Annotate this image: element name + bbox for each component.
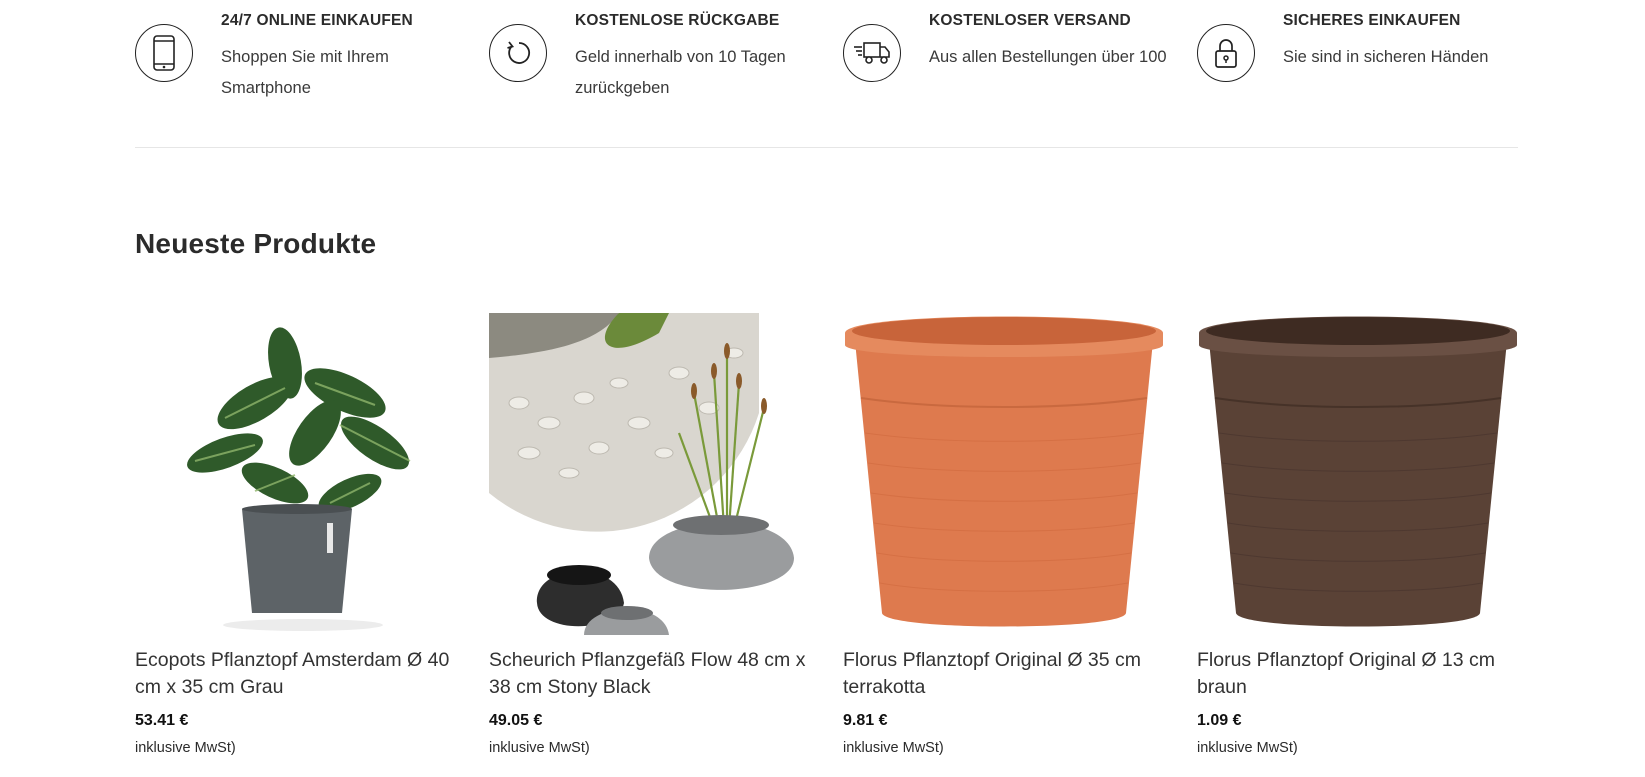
delivery-truck-icon <box>843 24 901 82</box>
product-tax-note: inklusive MwSt) <box>843 740 944 756</box>
product-tax-note: inklusive MwSt) <box>1197 740 1298 756</box>
feature-title: 24/7 ONLINE EINKAUFEN <box>221 12 413 29</box>
feature-free-return: KOSTENLOSE RÜCKGABE Geld innerhalb von 1… <box>489 8 829 108</box>
product-tax-note: inklusive MwSt) <box>489 740 590 756</box>
feature-online-shopping: 24/7 ONLINE EINKAUFEN Shoppen Sie mit Ih… <box>135 8 475 108</box>
padlock-icon <box>1197 24 1255 82</box>
product-name[interactable]: Scheurich Pflanzgefäß Flow 48 cm x 38 cm… <box>489 647 811 701</box>
smartphone-icon <box>135 24 193 82</box>
product-name[interactable]: Florus Pflanztopf Original Ø 35 cm terra… <box>843 647 1165 701</box>
feature-free-shipping: KOSTENLOSER VERSAND Aus allen Bestellung… <box>843 8 1183 108</box>
feature-secure-shopping: SICHERES EINKAUFEN Sie sind in sicheren … <box>1197 8 1537 108</box>
product-name[interactable]: Ecopots Pflanztopf Amsterdam Ø 40 cm x 3… <box>135 647 457 701</box>
product-image-calathea[interactable] <box>135 313 457 635</box>
product-image-brown-pot[interactable] <box>1197 313 1519 635</box>
section-divider <box>135 147 1518 148</box>
feature-text: Shoppen Sie mit Ihrem Smartphone <box>221 48 389 97</box>
product-name[interactable]: Florus Pflanztopf Original Ø 13 cm braun <box>1197 647 1519 701</box>
product-image-terracotta-pot[interactable] <box>843 313 1165 635</box>
feature-title: KOSTENLOSER VERSAND <box>929 12 1131 29</box>
feature-text: Geld innerhalb von 10 Tagen zurückgeben <box>575 48 786 97</box>
product-price: 1.09 € <box>1197 712 1242 729</box>
return-arrow-icon <box>489 24 547 82</box>
feature-text: Aus allen Bestellungen über 100 <box>929 48 1167 66</box>
product-price: 9.81 € <box>843 712 888 729</box>
feature-title: KOSTENLOSE RÜCKGABE <box>575 12 780 29</box>
product-image-flow-planter[interactable] <box>489 313 811 635</box>
feature-title: SICHERES EINKAUFEN <box>1283 12 1461 29</box>
section-title: Neueste Produkte <box>135 228 377 259</box>
product-price: 49.05 € <box>489 712 543 729</box>
feature-text: Sie sind in sicheren Händen <box>1283 48 1489 66</box>
product-tax-note: inklusive MwSt) <box>135 740 236 756</box>
product-price: 53.41 € <box>135 712 189 729</box>
features-bar: 24/7 ONLINE EINKAUFEN Shoppen Sie mit Ih… <box>135 8 1518 108</box>
